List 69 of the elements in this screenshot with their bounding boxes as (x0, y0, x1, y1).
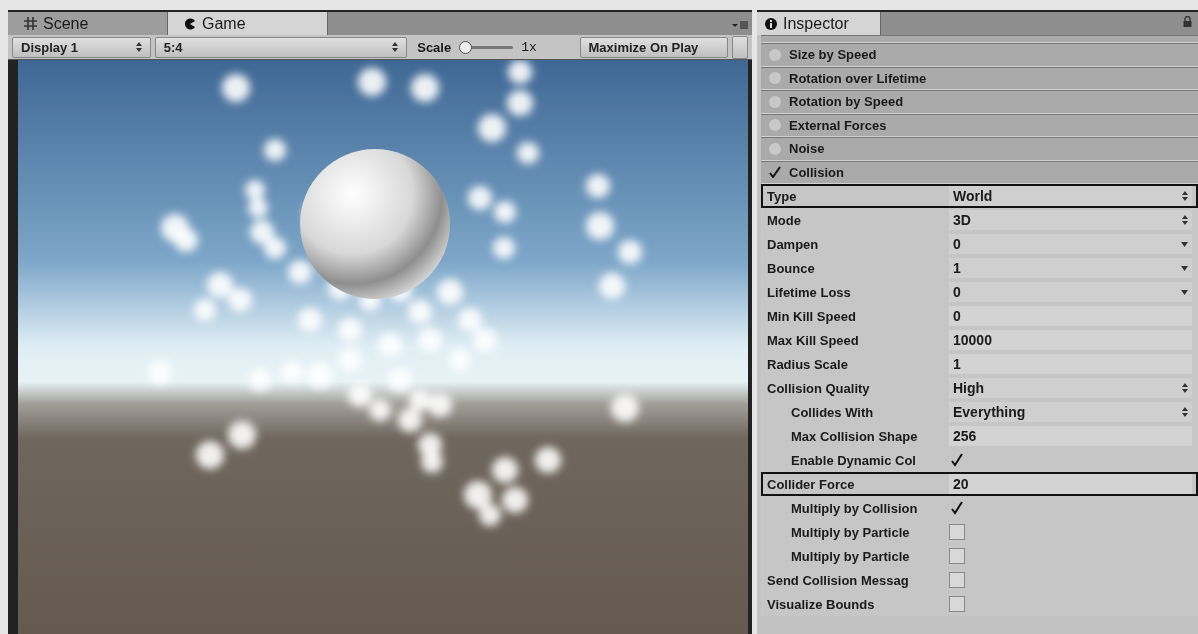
menu-icon[interactable] (732, 20, 748, 30)
module-header[interactable]: Collision (761, 160, 1198, 184)
updown-icon (1182, 215, 1188, 225)
maximize-on-play-button[interactable]: Maximize On Play (579, 36, 729, 58)
property-label: Collides With (790, 404, 875, 420)
checkbox[interactable] (949, 500, 965, 516)
updown-icon (392, 42, 399, 52)
view-tab[interactable]: Game (168, 12, 328, 35)
number-field[interactable]: 1 (949, 354, 1192, 374)
caret-icon[interactable] (1181, 265, 1188, 271)
updown-icon (1182, 383, 1188, 393)
grid-icon (24, 17, 37, 30)
property-label: Lifetime Loss (766, 284, 852, 300)
module-toggle[interactable] (769, 72, 781, 85)
property-label: Dampen (766, 236, 820, 252)
slider-thumb[interactable] (459, 40, 473, 54)
checkbox[interactable] (949, 452, 965, 468)
property-label: Mode (766, 212, 802, 228)
module-header[interactable]: Size by Speed (761, 43, 1198, 67)
inspector-tab[interactable]: Inspector (757, 12, 881, 35)
module-header[interactable]: External Forces (761, 113, 1198, 137)
number-field[interactable]: 10000 (949, 330, 1192, 350)
value-field[interactable]: 1 (949, 258, 1192, 278)
number-field[interactable]: 256 (949, 426, 1192, 446)
property-label: Bounce (766, 260, 816, 276)
module-toggle[interactable] (769, 95, 781, 108)
checkbox[interactable] (949, 572, 965, 588)
module-header[interactable]: Noise (761, 137, 1198, 161)
module-header[interactable]: Rotation over Lifetime (761, 66, 1198, 90)
updown-icon (1182, 407, 1188, 417)
property-label: Min Kill Speed (766, 308, 857, 324)
caret-icon[interactable] (1181, 289, 1188, 295)
property-label: Visualize Bounds (766, 596, 876, 612)
dropdown-field[interactable]: 3D (949, 210, 1192, 230)
scale-label: Scale (417, 39, 452, 55)
module-toggle[interactable] (769, 48, 781, 61)
aspect-dropdown[interactable]: 5:4 (154, 36, 408, 58)
info-icon (765, 17, 777, 30)
module-header[interactable] (761, 35, 1198, 43)
property-label: Multiply by Collision (790, 500, 919, 516)
module-toggle[interactable] (769, 142, 781, 155)
property-label: Max Kill Speed (766, 332, 860, 348)
property-label: Enable Dynamic Col (790, 452, 917, 468)
property-label: Send Collision Messag (766, 572, 910, 588)
property-label: Max Collision Shape (790, 428, 919, 444)
display-dropdown[interactable]: Display 1 (12, 36, 151, 58)
checkbox[interactable] (949, 596, 965, 612)
scale-reading: 1x (521, 39, 537, 55)
checkbox[interactable] (949, 524, 965, 540)
dropdown-field[interactable]: High (949, 378, 1192, 398)
scale-slider[interactable] (459, 40, 514, 54)
lock-icon[interactable] (1183, 16, 1192, 27)
caret-icon[interactable] (1181, 241, 1188, 247)
property-label: Multiply by Particle (790, 548, 911, 564)
view-tab[interactable]: Scene (8, 12, 168, 35)
module-header[interactable]: Rotation by Speed (761, 90, 1198, 114)
dropdown-field[interactable]: Everything (949, 402, 1192, 422)
checkmark-icon[interactable] (769, 166, 781, 179)
value-field[interactable]: 0 (949, 282, 1192, 302)
value-field[interactable]: 0 (949, 234, 1192, 254)
number-field[interactable]: 0 (949, 306, 1192, 326)
checkbox[interactable] (949, 548, 965, 564)
property-label: Radius Scale (766, 356, 849, 372)
pacman-icon (184, 17, 196, 30)
property-label: Multiply by Particle (790, 524, 911, 540)
property-label: Collision Quality (766, 380, 871, 396)
toolbar-button[interactable] (732, 35, 748, 59)
module-toggle[interactable] (769, 119, 781, 132)
updown-icon (135, 42, 142, 52)
